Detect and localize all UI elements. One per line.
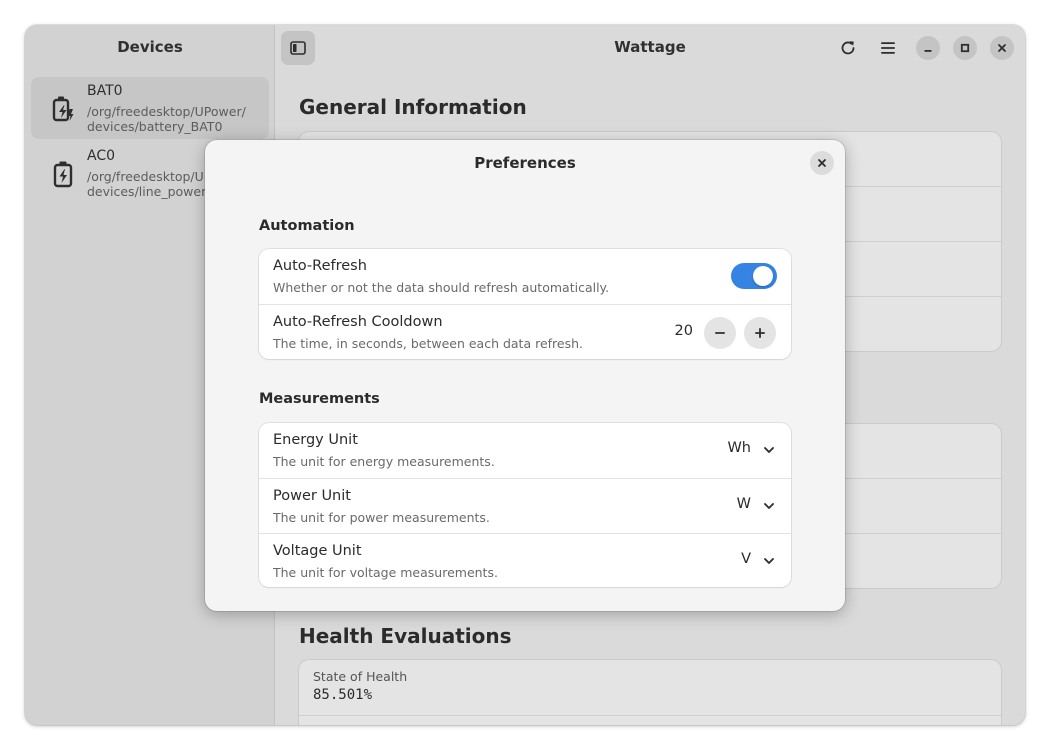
row-subtitle: The unit for energy measurements. (273, 454, 495, 469)
auto-refresh-switch[interactable] (731, 263, 777, 289)
dialog-title: Preferences (474, 154, 576, 172)
row-title: Auto-Refresh (273, 258, 367, 274)
automation-card: Auto-Refresh Whether or not the data sho… (259, 249, 791, 359)
auto-refresh-row[interactable]: Auto-Refresh Whether or not the data sho… (259, 249, 791, 304)
power-unit-value: W (736, 496, 751, 512)
energy-unit-row[interactable]: Energy Unit The unit for energy measurem… (259, 423, 791, 478)
row-title: Power Unit (273, 488, 351, 504)
cooldown-value[interactable]: 20 (663, 323, 693, 339)
voltage-unit-row[interactable]: Voltage Unit The unit for voltage measur… (259, 533, 791, 588)
cooldown-row: Auto-Refresh Cooldown The time, in secon… (259, 304, 791, 359)
row-subtitle: Whether or not the data should refresh a… (273, 280, 610, 295)
decrement-button[interactable] (704, 317, 736, 349)
row-subtitle: The time, in seconds, between each data … (273, 336, 584, 351)
energy-unit-value: Wh (727, 440, 751, 456)
measurements-card: Energy Unit The unit for energy measurem… (259, 423, 791, 587)
minus-icon (715, 332, 725, 334)
group-title-automation: Automation (259, 218, 355, 234)
dialog-close-button[interactable] (810, 151, 834, 175)
chevron-down-icon[interactable] (763, 500, 775, 512)
chevron-down-icon[interactable] (763, 555, 775, 567)
increment-button[interactable] (744, 317, 776, 349)
power-unit-row[interactable]: Power Unit The unit for power measuremen… (259, 478, 791, 533)
group-title-measurements: Measurements (259, 391, 380, 407)
switch-knob (753, 266, 773, 286)
chevron-down-icon[interactable] (763, 444, 775, 456)
row-title: Energy Unit (273, 432, 358, 448)
row-subtitle: The unit for voltage measurements. (273, 565, 498, 580)
preferences-dialog: Preferences Automation Auto-Refresh Whet… (205, 140, 845, 611)
row-subtitle: The unit for power measurements. (273, 510, 490, 525)
row-title: Voltage Unit (273, 543, 362, 559)
voltage-unit-value: V (741, 551, 751, 567)
close-icon (818, 159, 826, 167)
row-title: Auto-Refresh Cooldown (273, 314, 443, 330)
plus-icon (755, 328, 765, 338)
